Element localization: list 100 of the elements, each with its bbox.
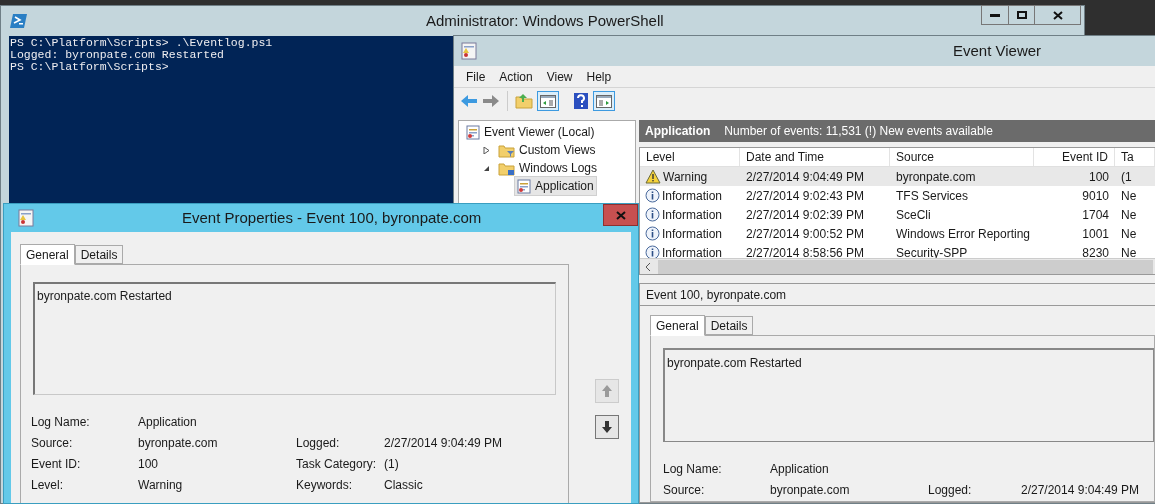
scroll-left-icon[interactable] [645,261,651,272]
field-value: Warning [138,476,184,494]
arrow-up-icon [601,384,613,398]
tab[interactable]: Details [74,245,124,264]
table-cell-text: 2/27/2014 9:02:43 PM [745,187,866,205]
menu-item[interactable]: View [540,67,579,86]
field-value: 2/27/2014 9:04:49 PM [384,434,504,452]
menu-item[interactable]: Action [493,67,539,86]
table-cell-text: 2/27/2014 9:00:52 PM [745,225,866,243]
table-cell-text: 2/27/2014 9:04:49 PM [745,168,866,186]
folder-icon [498,160,515,176]
tree-item[interactable]: Application [514,176,597,196]
close-icon [1052,10,1063,20]
table-cell-text: Ne [1120,206,1138,224]
table-cell-text: Ne [1120,244,1138,259]
table-cell-text: Warning [663,168,708,186]
event-viewer-icon [466,124,480,140]
table-cell-text: Ne [1120,225,1138,243]
table-cell-text: Information [662,206,723,224]
field-label: Log Name: [663,460,723,478]
table-cell-text: 2/27/2014 9:02:39 PM [745,206,866,224]
window-icon [18,209,34,227]
console-line: Logged: byronpate.com Restarted [10,49,224,61]
message-box[interactable]: byronpate.com Restarted [33,282,556,395]
arrow-down-icon [601,420,613,434]
field-value: byronpate.com [138,434,219,452]
table-cell-text: 1704 [1081,206,1110,224]
action-pane-button[interactable] [593,91,615,111]
next-event-button[interactable] [595,415,619,439]
field-label: Source: [663,481,706,499]
message-box[interactable]: byronpate.com Restarted [663,348,1154,442]
info-icon [645,207,660,222]
folder-filter-icon [498,142,515,158]
menu-item[interactable]: File [460,67,492,86]
column-header[interactable]: Date and Time [740,148,890,166]
maximize-button[interactable] [1009,5,1035,25]
table-cell-text: Information [662,225,723,243]
warning-icon [645,169,661,184]
tree-item[interactable]: Windows Logs [495,158,601,178]
back-icon[interactable] [460,94,478,108]
field-label: Log Name: [31,413,91,431]
window-title: Administrator: Windows PowerShell [426,10,664,31]
maximize-icon [1016,11,1027,19]
table-cell-text: Security-SPP [895,244,969,259]
tab[interactable]: General [650,315,705,336]
console[interactable]: PS C:\Platform\Scripts> .\Eventlog.ps1 Logged: byronpate.com Restarted PS C:\Platform\Scripts> [9,36,453,203]
table-cell-text: 9010 [1081,187,1110,205]
help-icon[interactable] [573,92,589,110]
tree-item[interactable]: Custom Views [495,140,599,160]
info-icon [645,226,660,241]
event-row[interactable]: Warning 2/27/2014 9:04:49 PM byronpate.com 100 (1 [640,167,1155,186]
console-line: PS C:\Platform\Scripts> .\Eventlog.ps1 [10,37,273,49]
horizontal-scrollbar[interactable] [640,258,1155,274]
preview-title: Event 100, byronpate.com [640,284,1155,306]
field-value: Application [138,413,198,431]
tree-item[interactable]: Event Viewer (Local) [463,122,598,142]
table-cell-text: Information [662,187,723,205]
field-value: (1) [384,455,400,473]
powershell-icon [10,13,28,29]
field-value: Application [770,460,830,478]
window-icon [461,42,477,60]
field-label: Task Category: [296,455,378,473]
field-label: Event ID: [31,455,82,473]
field-label: Logged: [296,434,341,452]
field-value: byronpate.com [770,481,851,499]
tab[interactable]: General [20,244,75,265]
window-title: Event Properties - Event 100, byronpate.com [182,207,482,228]
table-cell-text: Ne [1120,187,1138,205]
field-value: Classic [384,476,424,494]
table-cell-text: 100 [1087,168,1110,186]
column-header[interactable]: Level [640,148,740,166]
console-line: PS C:\Platform\Scripts> [10,61,169,73]
table-cell-text: byronpate.com [895,168,977,186]
info-icon [645,188,660,203]
table-cell-text: Information [662,244,723,259]
close-icon [615,210,626,220]
table-cell-text: (1 [1120,168,1133,186]
table-cell-text: 2/27/2014 8:58:56 PM [745,244,866,259]
table-cell-text: 8230 [1081,244,1110,259]
info-icon [645,245,660,259]
tab[interactable]: Details [704,316,754,335]
forward-icon[interactable] [482,94,500,108]
column-header[interactable]: Source [890,148,1034,166]
menu-item[interactable]: Help [580,67,618,86]
close-button[interactable] [1035,5,1081,25]
log-name: Application [645,123,711,140]
field-label: Logged: [928,481,973,499]
log-icon [517,178,531,194]
show-pane-button[interactable] [537,91,559,111]
minimize-button[interactable] [981,5,1009,25]
column-header[interactable]: Ta [1115,148,1155,166]
expand-icon[interactable] [482,145,491,155]
table-cell-text: SceCli [895,206,932,224]
table-cell-text: TFS Services [895,187,969,205]
field-value: 100 [138,455,160,473]
field-label: Level: [31,476,65,494]
column-header[interactable]: Event ID [1034,148,1115,166]
field-label: Source: [31,434,74,452]
table-cell-text: 1001 [1081,225,1110,243]
log-summary: Number of events: 11,531 (!) New events available [724,123,993,140]
